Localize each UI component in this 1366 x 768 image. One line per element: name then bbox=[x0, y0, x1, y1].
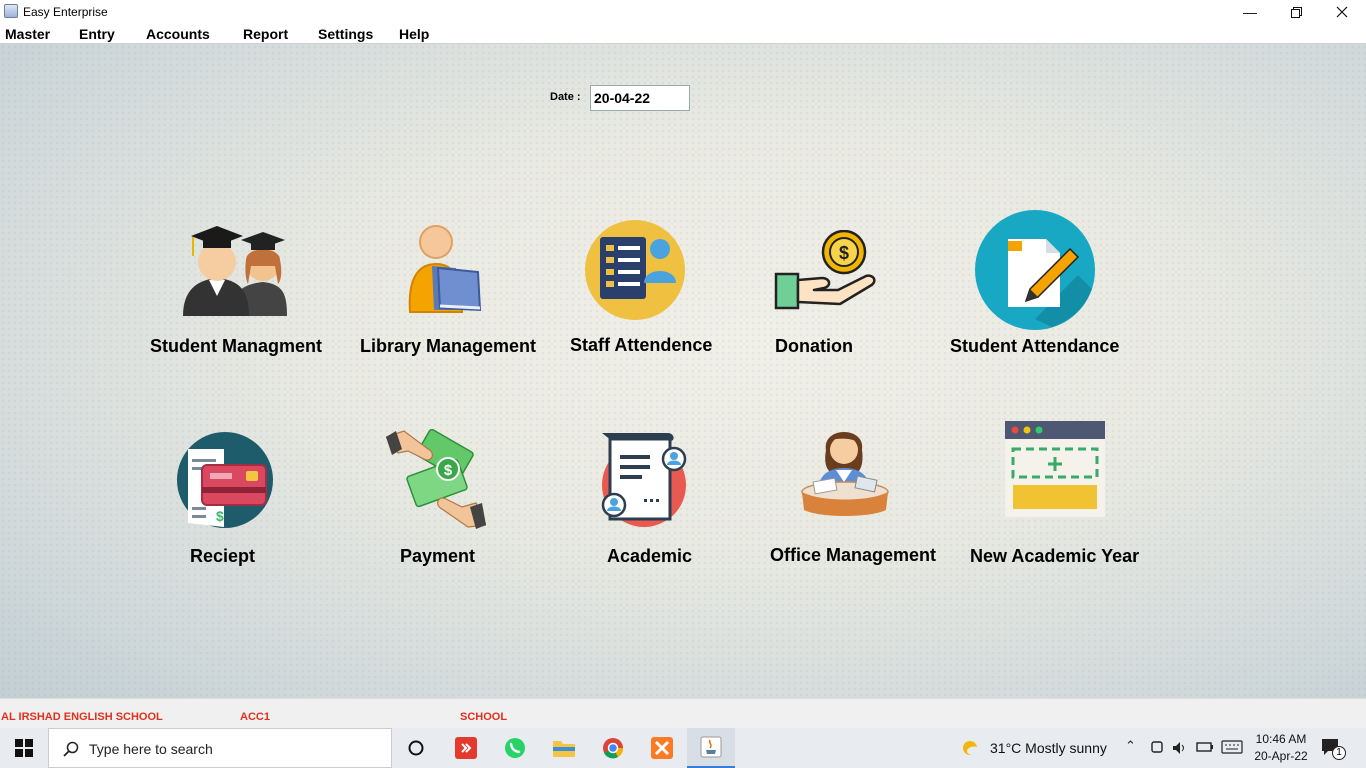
close-button[interactable] bbox=[1319, 0, 1365, 24]
scroll-certificate-icon bbox=[601, 433, 687, 527]
restore-icon bbox=[1290, 6, 1302, 18]
tile-label: Academic bbox=[607, 546, 693, 566]
graduates-icon bbox=[183, 226, 287, 316]
status-bar: AL IRSHAD ENGLISH SCHOOL ACC1 SCHOOL bbox=[0, 698, 1366, 728]
keyboard-icon[interactable] bbox=[1221, 740, 1243, 754]
hand-coin-icon: $ bbox=[774, 230, 876, 310]
menu-accounts[interactable]: Accounts bbox=[146, 26, 210, 42]
tile-label: Student Managment bbox=[150, 336, 323, 356]
taskbar-app-anydesk[interactable] bbox=[442, 728, 490, 768]
document-pen-icon bbox=[975, 210, 1095, 330]
taskbar-app-java[interactable] bbox=[687, 728, 735, 768]
menu-report[interactable]: Report bbox=[243, 26, 288, 42]
menu-entry[interactable]: Entry bbox=[79, 26, 115, 42]
svg-text:$: $ bbox=[216, 508, 224, 524]
dashboard: Date : Student Managment Library Managem… bbox=[0, 44, 1366, 698]
taskbar: Type here to search 31°C Mostly sunny ⌃ … bbox=[0, 728, 1366, 768]
status-school-name: AL IRSHAD ENGLISH SCHOOL bbox=[1, 711, 163, 723]
minimize-button[interactable]: — bbox=[1227, 0, 1273, 24]
windows-icon bbox=[15, 739, 33, 757]
taskbar-app-xampp[interactable] bbox=[638, 728, 686, 768]
date-field[interactable] bbox=[590, 85, 690, 111]
start-button[interactable] bbox=[0, 728, 48, 768]
clock-date: 20-Apr-22 bbox=[1254, 749, 1308, 763]
title-bar: Easy Enterprise — bbox=[0, 0, 1366, 24]
anydesk-icon bbox=[455, 737, 477, 759]
receipt-card-icon: $ bbox=[177, 432, 273, 528]
status-account: ACC1 bbox=[240, 711, 270, 723]
chrome-icon bbox=[603, 738, 624, 759]
taskbar-search[interactable]: Type here to search bbox=[48, 728, 392, 768]
tray-chevron-icon[interactable]: ⌃ bbox=[1125, 738, 1136, 754]
search-icon bbox=[63, 741, 79, 757]
taskbar-app-chrome[interactable] bbox=[589, 728, 637, 768]
checklist-person-icon bbox=[585, 220, 685, 320]
tile-label: Staff Attendence bbox=[570, 335, 713, 355]
tile-label: Donation bbox=[775, 336, 853, 356]
tile-label: Library Management bbox=[360, 336, 537, 356]
tile-label: Payment bbox=[400, 546, 476, 566]
menu-settings[interactable]: Settings bbox=[318, 26, 373, 42]
tile-label: Office Management bbox=[770, 545, 937, 565]
taskbar-app-explorer[interactable] bbox=[540, 728, 588, 768]
meet-now-icon[interactable] bbox=[1150, 740, 1164, 756]
whatsapp-icon bbox=[505, 738, 525, 758]
window-title: Easy Enterprise bbox=[23, 5, 108, 19]
restore-button[interactable] bbox=[1273, 0, 1319, 24]
tile-label: Student Attendance bbox=[950, 336, 1120, 356]
tile-label: New Academic Year bbox=[970, 546, 1140, 566]
battery-icon[interactable] bbox=[1196, 740, 1214, 754]
weather-sun-icon bbox=[963, 741, 981, 756]
close-icon bbox=[1336, 6, 1348, 18]
notification-count: 1 bbox=[1332, 746, 1346, 760]
svg-text:$: $ bbox=[839, 243, 849, 263]
clock-time: 10:46 AM bbox=[1255, 732, 1307, 746]
search-placeholder: Type here to search bbox=[89, 741, 213, 757]
menu-bar: Master Entry Accounts Report Settings He… bbox=[0, 24, 1366, 44]
office-woman-icon bbox=[801, 432, 889, 516]
app-icon bbox=[4, 4, 18, 18]
status-type: SCHOOL bbox=[460, 711, 508, 723]
reader-book-icon bbox=[408, 225, 482, 313]
volume-icon[interactable] bbox=[1172, 740, 1188, 756]
taskbar-app-whatsapp[interactable] bbox=[491, 728, 539, 768]
task-view-icon bbox=[408, 740, 424, 756]
date-label: Date : bbox=[550, 91, 581, 103]
menu-master[interactable]: Master bbox=[5, 26, 50, 42]
notification-center-button[interactable]: 1 bbox=[1320, 736, 1350, 760]
java-icon bbox=[700, 736, 722, 758]
xampp-icon bbox=[651, 737, 673, 759]
hands-money-icon: $ bbox=[386, 429, 486, 529]
task-view-button[interactable] bbox=[392, 728, 440, 768]
tile-label: Reciept bbox=[190, 546, 256, 566]
browser-add-icon bbox=[1005, 421, 1105, 517]
menu-help[interactable]: Help bbox=[399, 26, 429, 42]
system-clock[interactable]: 10:46 AM 20-Apr-22 bbox=[1250, 731, 1312, 765]
svg-text:$: $ bbox=[444, 462, 453, 479]
folder-icon bbox=[553, 741, 575, 757]
weather-status[interactable]: 31°C Mostly sunny bbox=[990, 740, 1107, 756]
